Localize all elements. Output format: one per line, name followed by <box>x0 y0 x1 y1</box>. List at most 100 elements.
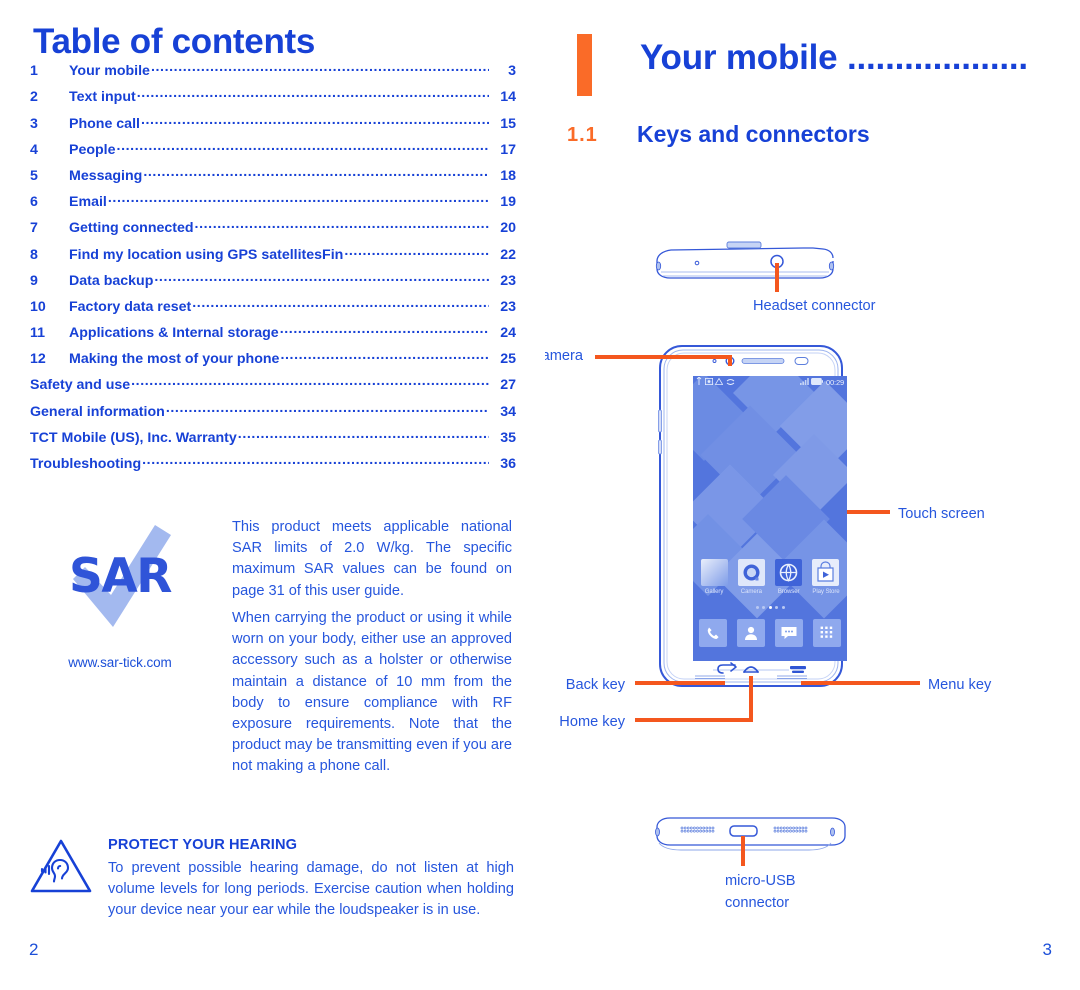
toc-entry-page: 27 <box>500 377 516 394</box>
toc-entry-label: TCT Mobile (US), Inc. Warranty <box>30 429 237 446</box>
toc-dot-leader <box>143 166 489 180</box>
callout-touch-screen: Touch screen <box>898 506 985 522</box>
toc-entry[interactable]: 7 Getting connected 20 <box>30 218 516 244</box>
toc-entry[interactable]: 3 Phone call 15 <box>30 113 516 139</box>
page-indicator-dot[interactable] <box>781 606 785 609</box>
sar-logo: SAR <box>43 515 198 645</box>
toc-entry-label: Your mobile <box>69 63 150 80</box>
toc-dot-leader <box>108 192 489 206</box>
toc-entry[interactable]: 5 Messaging 18 <box>30 166 516 192</box>
status-bar: 00:29 <box>693 376 847 388</box>
toc-entry-number: 11 <box>30 325 45 342</box>
toc-entry-number: 5 <box>30 167 38 184</box>
toc-entry[interactable]: 9 Data backup 23 <box>30 271 516 297</box>
toc-entry[interactable]: 1 Your mobile 3 <box>30 61 516 87</box>
toc-entry-label: People <box>69 141 116 158</box>
toc-entry-label: Find my location using GPS satellitesFin <box>69 246 344 263</box>
toc-dot-leader <box>192 297 489 311</box>
app-icon[interactable]: Camera <box>736 559 766 595</box>
toc-dot-leader <box>195 218 489 232</box>
contacts-icon[interactable] <box>737 619 765 647</box>
hearing-warning-title: PROTECT YOUR HEARING <box>108 837 298 853</box>
toc-entry-number: 1 <box>30 63 38 80</box>
toc-entry-number: 12 <box>30 351 46 368</box>
toc-entry-page: 14 <box>500 89 516 106</box>
callout-micro-usb-line2: connector <box>725 895 789 911</box>
app-drawer-icon[interactable] <box>813 619 841 647</box>
dock <box>699 619 841 647</box>
toc-entry-page: 35 <box>500 429 516 446</box>
toc-entry[interactable]: General information 34 <box>30 401 516 427</box>
toc-dot-leader <box>154 271 489 285</box>
toc-entry-number: 9 <box>30 272 38 289</box>
callout-menu-key: Menu key <box>928 677 992 693</box>
status-bar-clock: 00:29 <box>825 377 844 387</box>
phone-home-screen[interactable]: 00:29 Gallery Camera Browser Play Store <box>693 376 847 661</box>
sar-logo-text: SAR <box>69 549 172 604</box>
gallery-icon[interactable] <box>700 559 728 586</box>
sar-paragraph-1: This product meets applicable national S… <box>232 519 512 599</box>
callout-back-key: Back key <box>566 677 626 693</box>
sar-paragraph-2: When carrying the product or using it wh… <box>232 610 512 775</box>
hearing-warning-body: To prevent possible hearing damage, do n… <box>108 860 514 919</box>
sar-block: SAR www.sar-tick.com <box>30 505 210 670</box>
toc-entry-label: Messaging <box>69 167 143 184</box>
app-icon[interactable]: Gallery <box>699 559 729 595</box>
toc-entry[interactable]: 8 Find my location using GPS satellitesFi… <box>30 244 516 270</box>
callout-headset-connector: Headset connector <box>753 298 876 314</box>
toc-entry-label: Getting connected <box>69 220 194 237</box>
play-store-icon[interactable] <box>812 559 840 586</box>
toc-dot-leader <box>141 113 489 127</box>
toc-entry[interactable]: 2 Text input 14 <box>30 87 516 113</box>
messages-icon[interactable] <box>775 619 803 647</box>
screenshot-icon <box>704 377 713 387</box>
toc-entry-page: 22 <box>500 246 516 263</box>
toc-entry-page: 24 <box>500 325 516 342</box>
toc-entry-page: 34 <box>500 403 516 420</box>
toc-entry-label: Data backup <box>69 272 154 289</box>
toc-entry-label: Email <box>69 194 107 211</box>
sync-icon <box>726 378 735 387</box>
toc-entry[interactable]: 11 Applications & Internal storage 24 <box>30 323 516 349</box>
app-grid: Gallery Camera Browser Play Store <box>699 559 841 595</box>
page-indicator-dot[interactable] <box>775 606 778 609</box>
browser-icon[interactable] <box>775 559 803 586</box>
toc-entry-label: Troubleshooting <box>30 456 142 472</box>
phone-top-edge-view <box>655 241 835 279</box>
toc-entry[interactable]: TCT Mobile (US), Inc. Warranty 35 <box>30 428 516 454</box>
toc-dot-leader <box>344 244 489 258</box>
toc-entry[interactable]: Safety and use 27 <box>30 375 516 401</box>
app-label: Camera <box>740 588 762 595</box>
page-number-left: 2 <box>29 940 39 959</box>
toc-entry-page: 17 <box>500 141 516 158</box>
app-icon[interactable]: Play Store <box>811 559 841 595</box>
page-indicator-dot[interactable] <box>762 606 765 609</box>
toc-entry-number: 6 <box>30 194 38 211</box>
toc-dot-leader <box>142 454 489 468</box>
hearing-warning-icon <box>30 839 92 893</box>
page-indicator-dot[interactable] <box>768 606 772 609</box>
toc-entry[interactable]: 10 Factory data reset 23 <box>30 297 516 323</box>
home-page-dots <box>693 606 847 609</box>
signal-icon <box>799 377 809 387</box>
callout-home-key: Home key <box>559 714 625 730</box>
toc-entry[interactable]: Troubleshooting 36 <box>30 454 516 480</box>
callout-front-camera: Front camera <box>545 348 584 364</box>
battery-icon <box>811 377 824 387</box>
toc-entry-label: Phone call <box>69 115 140 132</box>
toc-entry-page: 36 <box>500 456 516 472</box>
toc-entry-page: 3 <box>508 63 516 80</box>
camera-icon[interactable] <box>737 559 765 586</box>
app-label: Browser <box>777 588 800 595</box>
toc-dot-leader <box>280 349 489 363</box>
page-indicator-dot[interactable] <box>755 606 759 609</box>
table-of-contents: 1 Your mobile 3 2 Text input 14 3 Phone call 15 4… <box>30 61 516 480</box>
usb-icon <box>696 376 702 387</box>
toc-entry[interactable]: 4 People 17 <box>30 140 516 166</box>
phone-icon[interactable] <box>699 619 727 647</box>
app-icon[interactable]: Browser <box>774 559 804 595</box>
toc-entry[interactable]: 12 Making the most of your phone 25 <box>30 349 516 375</box>
toc-entry[interactable]: 6 Email 19 <box>30 192 516 218</box>
toc-entry-label: Factory data reset <box>69 298 192 315</box>
manual-spread: Table of contents 1 Your mobile 3 2 Text inp… <box>0 0 1080 990</box>
